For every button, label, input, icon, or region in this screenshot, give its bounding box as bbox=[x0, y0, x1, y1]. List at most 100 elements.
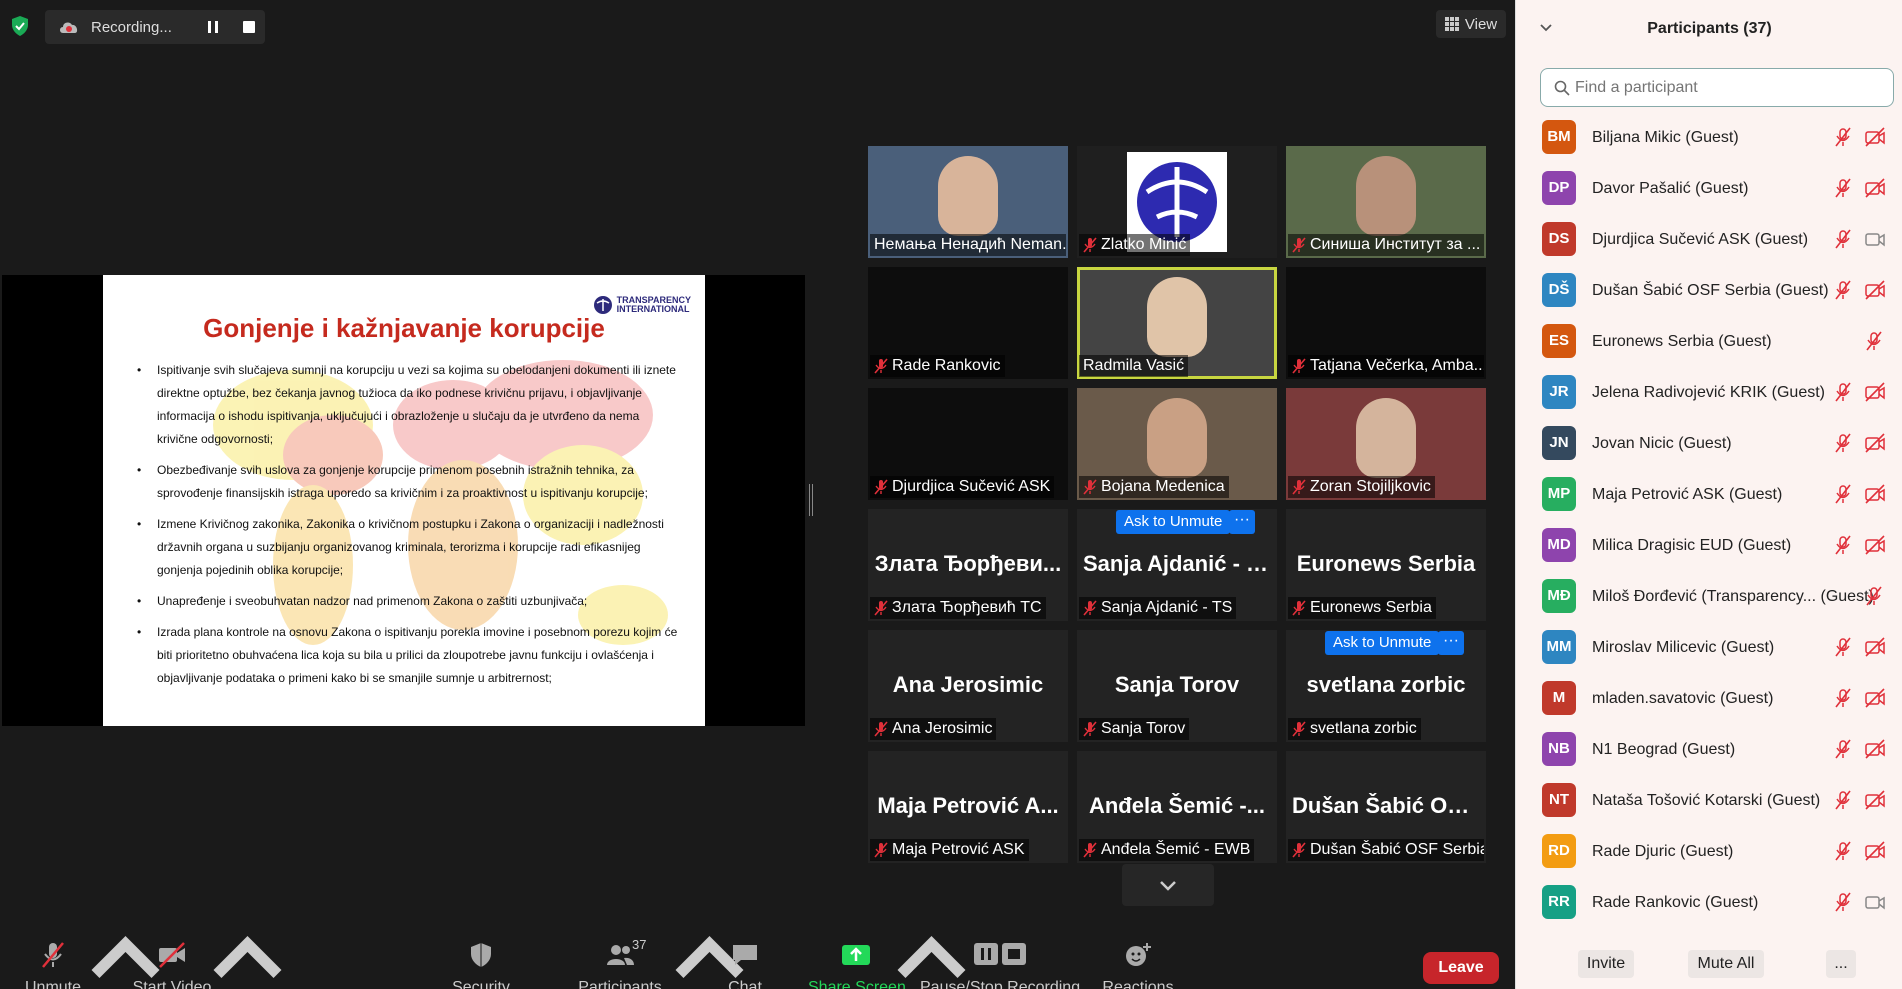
share-screen-icon bbox=[842, 945, 870, 965]
gallery-next-page-button[interactable] bbox=[1122, 864, 1214, 906]
muted-mic-icon bbox=[1292, 600, 1306, 616]
video-tile[interactable]: Djurdjica Sučević ASK bbox=[868, 388, 1068, 500]
chat-icon bbox=[733, 945, 757, 965]
shared-screen[interactable]: TRANSPARENCY INTERNATIONAL Gonjenje i kaž… bbox=[2, 275, 805, 726]
video-icon bbox=[1865, 896, 1885, 910]
participant-row[interactable]: DS Djurdjica Sučević ASK (Guest) bbox=[1516, 214, 1902, 265]
participant-name-label: Euronews Serbia bbox=[1288, 597, 1436, 619]
participant-name-label: Zlatko Minić bbox=[1079, 234, 1191, 256]
participant-search-input[interactable] bbox=[1575, 77, 1875, 99]
invite-button[interactable]: Invite bbox=[1578, 950, 1634, 978]
start-video-button[interactable]: Start Video bbox=[128, 929, 216, 989]
participant-row[interactable]: MĐ Miloš Đorđević (Transparency... (Guest… bbox=[1516, 571, 1902, 622]
participant-name: Djurdjica Sučević ASK (Guest) bbox=[1592, 231, 1809, 248]
video-tile[interactable]: Zlatko Minić bbox=[1077, 146, 1277, 258]
video-tile[interactable]: Anđela Šemić -... Anđela Šemić - EWB bbox=[1077, 751, 1277, 863]
shield-icon bbox=[471, 943, 491, 967]
video-tile[interactable]: Tatjana Večerka, Amba... bbox=[1286, 267, 1486, 379]
participants-button[interactable]: 37 Participants bbox=[570, 929, 670, 989]
tile-more-options-button[interactable]: ··· bbox=[1229, 510, 1255, 534]
muted-mic-icon bbox=[1292, 358, 1306, 374]
participant-name: Davor Pašalić (Guest) bbox=[1592, 180, 1749, 197]
video-off-icon bbox=[159, 942, 185, 968]
participant-row[interactable]: ES Euronews Serbia (Guest) bbox=[1516, 316, 1902, 367]
share-screen-button[interactable]: Share Screen bbox=[808, 929, 906, 989]
tile-more-options-button[interactable]: ··· bbox=[1438, 631, 1464, 655]
avatar: RD bbox=[1542, 834, 1576, 868]
participant-name: Sanja Ajdanić - TS bbox=[1101, 599, 1233, 616]
video-tile[interactable]: Radmila Vasić bbox=[1077, 267, 1277, 379]
video-tile[interactable]: Zoran Stojiljkovic bbox=[1286, 388, 1486, 500]
share-screen-label: Share Screen bbox=[808, 979, 906, 989]
muted-mic-icon bbox=[1083, 479, 1097, 495]
video-off-icon bbox=[1865, 841, 1885, 861]
participant-name: N1 Beograd (Guest) bbox=[1592, 741, 1736, 758]
video-tile[interactable]: Sanja Torov Sanja Torov bbox=[1077, 630, 1277, 742]
participant-row[interactable]: MP Maja Petrović ASK (Guest) bbox=[1516, 469, 1902, 520]
participant-row[interactable]: JR Jelena Radivojević KRIK (Guest) bbox=[1516, 367, 1902, 418]
encryption-shield-icon[interactable] bbox=[8, 14, 32, 38]
stop-recording-icon[interactable] bbox=[243, 21, 255, 33]
participant-row[interactable]: BM Biljana Mikic (Guest) bbox=[1516, 112, 1902, 163]
pause-stop-recording-button[interactable]: Pause/Stop Recording bbox=[920, 929, 1080, 989]
participant-search[interactable] bbox=[1540, 68, 1894, 107]
participant-name-label: Radmila Vasić bbox=[1079, 355, 1189, 377]
video-off-icon bbox=[1865, 433, 1885, 453]
participant-name: Milica Dragisic EUD (Guest) bbox=[1592, 537, 1792, 554]
video-tile[interactable]: Bojana Medenica bbox=[1077, 388, 1277, 500]
unmute-button[interactable]: Unmute bbox=[18, 929, 88, 989]
participants-label: Participants bbox=[578, 979, 662, 989]
participant-name: Anđela Šemić - EWB bbox=[1101, 841, 1251, 858]
video-tile[interactable]: Немања Ненадић Neman... bbox=[868, 146, 1068, 258]
muted-mic-icon bbox=[1083, 721, 1097, 737]
reactions-button[interactable]: Reactions bbox=[1100, 929, 1176, 989]
participant-row[interactable]: DP Davor Pašalić (Guest) bbox=[1516, 163, 1902, 214]
participant-row[interactable]: DŠ Dušan Šabić OSF Serbia (Guest) bbox=[1516, 265, 1902, 316]
muted-mic-icon bbox=[1835, 535, 1851, 555]
participant-video bbox=[1356, 156, 1416, 236]
participant-name: Rade Djuric (Guest) bbox=[1592, 843, 1734, 860]
participant-row[interactable]: Mmladen.savatovic (Guest) bbox=[1516, 673, 1902, 724]
avatar: BM bbox=[1542, 120, 1576, 154]
video-off-icon bbox=[1865, 535, 1885, 555]
participant-name: Rade Rankovic (Guest) bbox=[1592, 894, 1759, 911]
participant-row[interactable]: MM Miroslav Milicevic (Guest) bbox=[1516, 622, 1902, 673]
participant-row[interactable]: RD Rade Djuric (Guest) bbox=[1516, 826, 1902, 877]
pause-stop-label: Pause/Stop Recording bbox=[920, 979, 1081, 989]
split-resize-handle[interactable] bbox=[809, 484, 813, 516]
participant-name: Maja Petrović ASK (Guest) bbox=[1592, 486, 1783, 503]
view-button[interactable]: View bbox=[1436, 10, 1506, 38]
participant-row[interactable]: RR Rade Rankovic (Guest) bbox=[1516, 877, 1902, 924]
participant-name: Djurdjica Sučević ASK bbox=[892, 478, 1051, 495]
participant-name-large: Sanja Torov bbox=[1114, 672, 1240, 697]
participant-video bbox=[938, 156, 998, 236]
participant-name: Синиша Институт за ... bbox=[1310, 236, 1481, 253]
video-tile[interactable]: Синиша Институт за ... bbox=[1286, 146, 1486, 258]
participants-count: 37 bbox=[632, 937, 647, 952]
security-button[interactable]: Security bbox=[446, 929, 516, 989]
participant-name-label: Djurdjica Sučević ASK bbox=[870, 476, 1055, 498]
pause-recording-icon[interactable] bbox=[205, 19, 221, 35]
more-options-button[interactable]: ... bbox=[1826, 950, 1856, 978]
ask-to-unmute-button[interactable]: Ask to Unmute bbox=[1116, 510, 1231, 534]
video-tile[interactable]: Dušan Šabić OS... Dušan Šabić OSF Serbia bbox=[1286, 751, 1486, 863]
participant-row[interactable]: NT Nataša Tošović Kotarski (Guest) bbox=[1516, 775, 1902, 826]
participant-row[interactable]: MD Milica Dragisic EUD (Guest) bbox=[1516, 520, 1902, 571]
video-options-caret-icon[interactable] bbox=[210, 929, 285, 989]
participant-row[interactable]: JN Jovan Nicic (Guest) bbox=[1516, 418, 1902, 469]
presentation-slide: TRANSPARENCY INTERNATIONAL Gonjenje i kaž… bbox=[103, 275, 705, 726]
video-tile[interactable]: Ana Jerosimic Ana Jerosimic bbox=[868, 630, 1068, 742]
muted-mic-icon bbox=[1835, 178, 1851, 198]
ask-to-unmute-button[interactable]: Ask to Unmute bbox=[1325, 631, 1440, 655]
chat-button[interactable]: Chat bbox=[710, 929, 780, 989]
cloud-record-icon bbox=[60, 22, 78, 33]
video-tile[interactable]: Rade Rankovic bbox=[868, 267, 1068, 379]
ti-globe-icon bbox=[593, 296, 612, 314]
video-tile[interactable]: Maja Petrović A... Maja Petrović ASK bbox=[868, 751, 1068, 863]
mute-all-button[interactable]: Mute All bbox=[1688, 950, 1764, 978]
video-tile[interactable]: Euronews Serbia Euronews Serbia bbox=[1286, 509, 1486, 621]
video-tile[interactable]: Злата Ђорђеви... Злата Ђорђевић ТС bbox=[868, 509, 1068, 621]
participant-row[interactable]: NB N1 Beograd (Guest) bbox=[1516, 724, 1902, 775]
participant-name: Jovan Nicic (Guest) bbox=[1592, 435, 1732, 452]
leave-button[interactable]: Leave bbox=[1423, 952, 1499, 984]
